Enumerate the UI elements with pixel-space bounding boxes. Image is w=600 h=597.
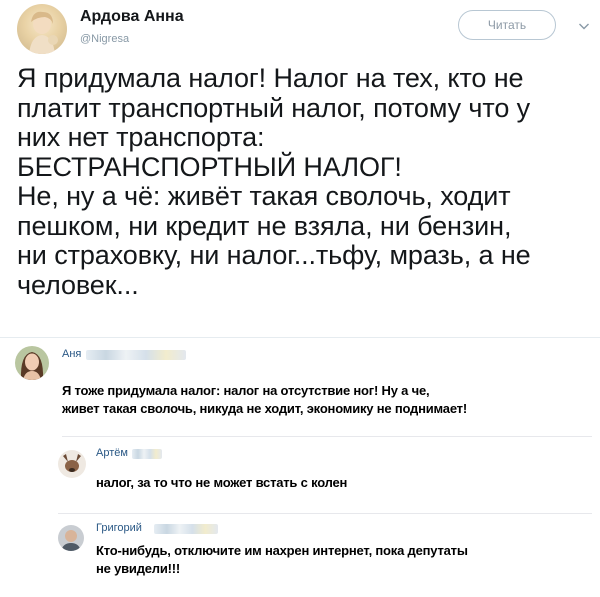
comment-separator — [58, 513, 592, 514]
commenter-name[interactable]: Артём — [96, 447, 128, 459]
tweet-text-line: ни страховку, ни налог...тьфу, мразь, а … — [17, 240, 531, 270]
section-divider — [0, 337, 600, 338]
comment-grigoriy: Григорий Кто-нибудь, отключите им нахрен… — [0, 515, 600, 595]
commenter-name[interactable]: Григорий — [96, 522, 142, 534]
comment-text-line: Я тоже придумала налог: налог на отсутст… — [62, 383, 430, 398]
comment-text-line: живет такая сволочь, никуда не ходит, эк… — [62, 401, 467, 416]
comment-artyom: Артём налог, за то что не может встать с… — [0, 440, 600, 510]
avatar-photo-icon — [58, 525, 84, 551]
blurred-surname — [132, 449, 162, 459]
comment-separator — [62, 436, 592, 437]
commenter-avatar[interactable] — [15, 346, 49, 380]
tweet-text-line: БЕСТРАНСПОРТНЫЙ НАЛОГ! — [17, 151, 402, 182]
commenter-avatar[interactable] — [58, 450, 86, 478]
tweet-text-line: человек... — [17, 269, 139, 300]
comment-text-line: налог, за то что не может встать с колен — [96, 475, 348, 490]
comment-text: Кто-нибудь, отключите им нахрен интернет… — [96, 542, 468, 578]
tweet-text-line: них нет транспорта: — [17, 122, 265, 152]
commenter-name[interactable]: Аня — [62, 348, 81, 360]
commenter-avatar[interactable] — [58, 525, 84, 551]
follow-button[interactable]: Читать — [458, 10, 556, 40]
tweet-header: Ардова Анна @Nigresa Читать — [0, 0, 600, 60]
comment-text-line: не увидели!!! — [96, 561, 181, 576]
author-handle[interactable]: @Nigresa — [80, 33, 129, 45]
comment-anya: Аня Я тоже придумала налог: налог на отс… — [0, 340, 600, 440]
author-avatar[interactable] — [17, 4, 67, 54]
tweet-text-line: Не, ну а чё: живёт такая сволочь, ходит — [17, 181, 511, 211]
comment-text: Я тоже придумала налог: налог на отсутст… — [62, 382, 467, 418]
blurred-surname — [154, 524, 218, 534]
tweet-text: Я придумала налог! Налог на тех, кто не … — [17, 63, 592, 300]
blurred-surname — [86, 350, 186, 360]
comment-text: налог, за то что не может встать с колен — [96, 474, 347, 492]
avatar-illustration-icon — [29, 11, 58, 54]
tweet-text-line: платит транспортный налог, потому что у — [17, 92, 531, 123]
tweet-text-line: пешком, ни кредит не взяла, ни бензин, — [17, 210, 512, 241]
chevron-down-icon[interactable] — [578, 20, 590, 32]
author-name[interactable]: Ардова Анна — [80, 8, 184, 26]
avatar-photo-icon — [15, 346, 49, 380]
avatar-dog-icon — [58, 450, 86, 478]
comment-text-line: Кто-нибудь, отключите им нахрен интернет… — [96, 543, 468, 558]
tweet-text-line: Я придумала налог! Налог на тех, кто не — [17, 63, 524, 93]
